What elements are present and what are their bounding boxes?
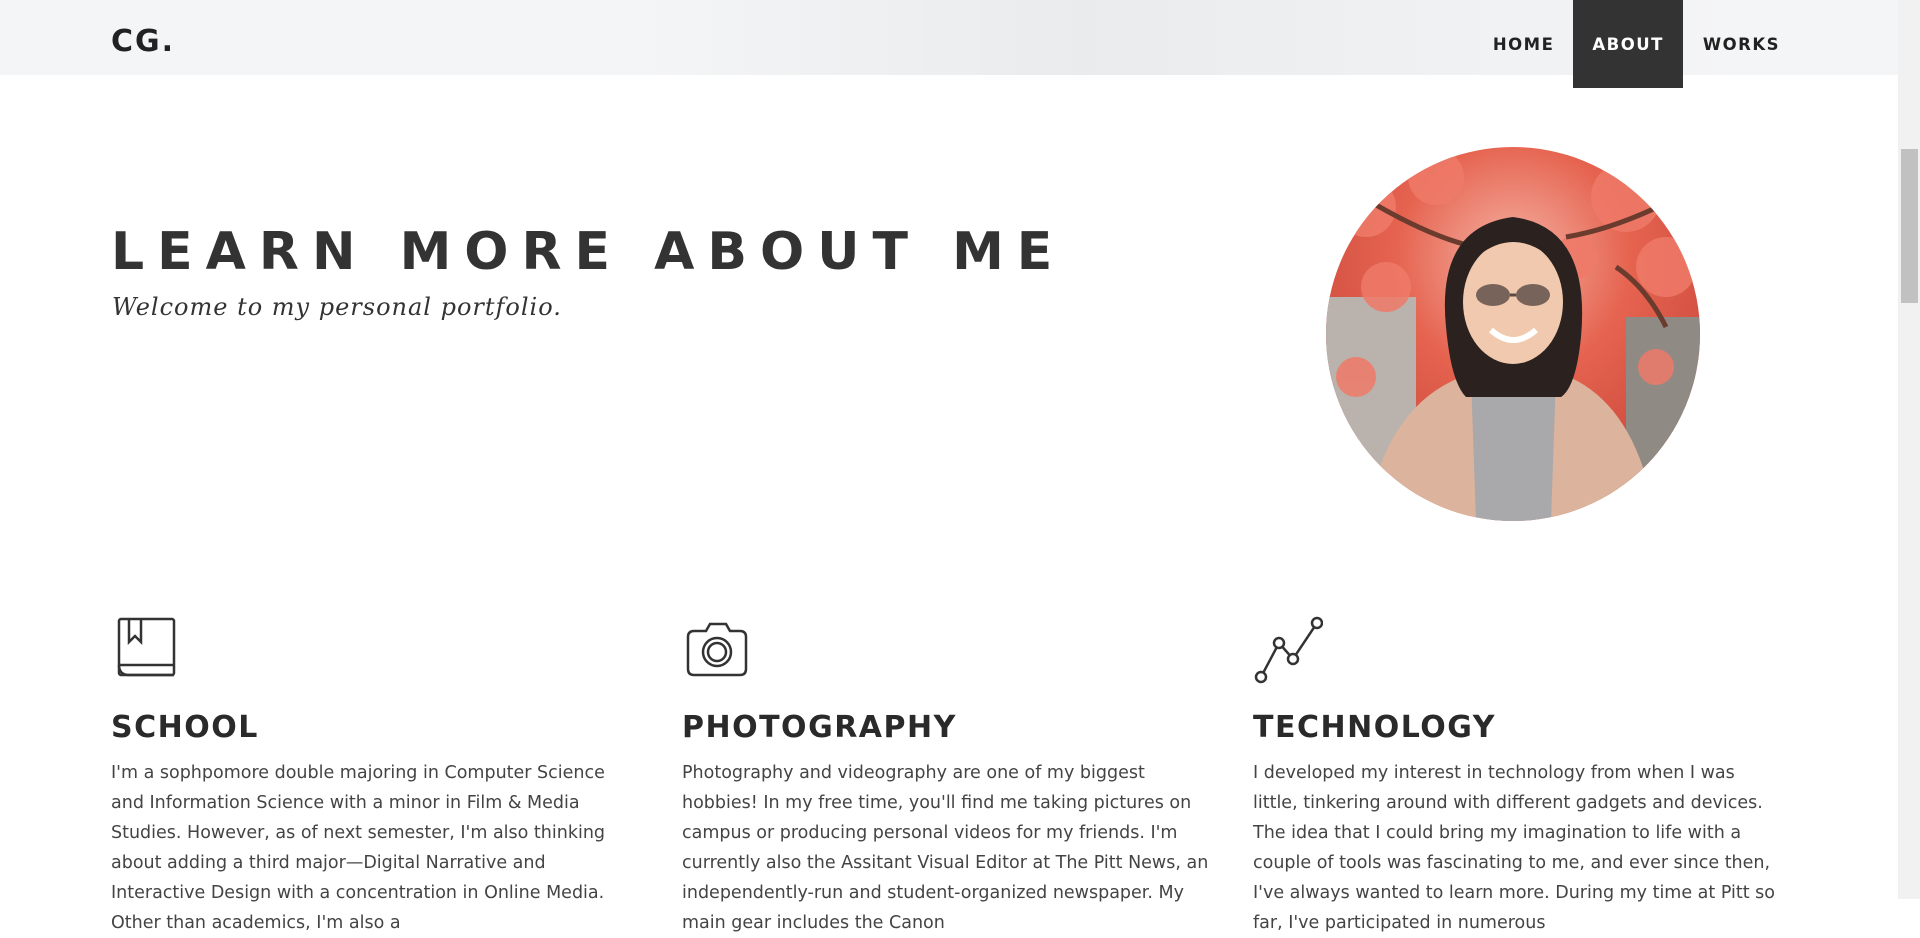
profile-photo bbox=[1326, 147, 1700, 521]
section-school: SCHOOL I'm a sophpomore double majoring … bbox=[111, 615, 641, 933]
section-text: Photography and videography are one of m… bbox=[682, 763, 1209, 933]
book-icon bbox=[117, 617, 176, 677]
brand-logo[interactable]: CG. bbox=[111, 24, 175, 59]
section-text: I developed my interest in technology fr… bbox=[1253, 763, 1775, 933]
camera-icon bbox=[686, 622, 748, 677]
page-subtitle: Welcome to my personal portfolio. bbox=[112, 293, 562, 321]
page-title: LEARN MORE ABOUT ME bbox=[111, 222, 1066, 282]
section-heading: TECHNOLOGY bbox=[1253, 710, 1496, 745]
section-technology: TECHNOLOGY I developed my interest in te… bbox=[1253, 615, 1783, 933]
line-chart-icon bbox=[1254, 616, 1324, 684]
page-scrollbar[interactable] bbox=[1898, 0, 1920, 899]
section-photography: PHOTOGRAPHY Photography and videography … bbox=[682, 615, 1212, 933]
main-nav: HOME ABOUT WORKS bbox=[1473, 0, 1800, 88]
nav-works[interactable]: WORKS bbox=[1683, 0, 1800, 88]
profile-photo-illustration bbox=[1326, 147, 1700, 521]
section-text: I'm a sophpomore double majoring in Comp… bbox=[111, 763, 606, 933]
nav-about[interactable]: ABOUT bbox=[1573, 0, 1683, 88]
section-heading: PHOTOGRAPHY bbox=[682, 710, 957, 745]
nav-home[interactable]: HOME bbox=[1473, 0, 1574, 88]
section-heading: SCHOOL bbox=[111, 710, 259, 745]
scrollbar-thumb[interactable] bbox=[1901, 149, 1918, 303]
